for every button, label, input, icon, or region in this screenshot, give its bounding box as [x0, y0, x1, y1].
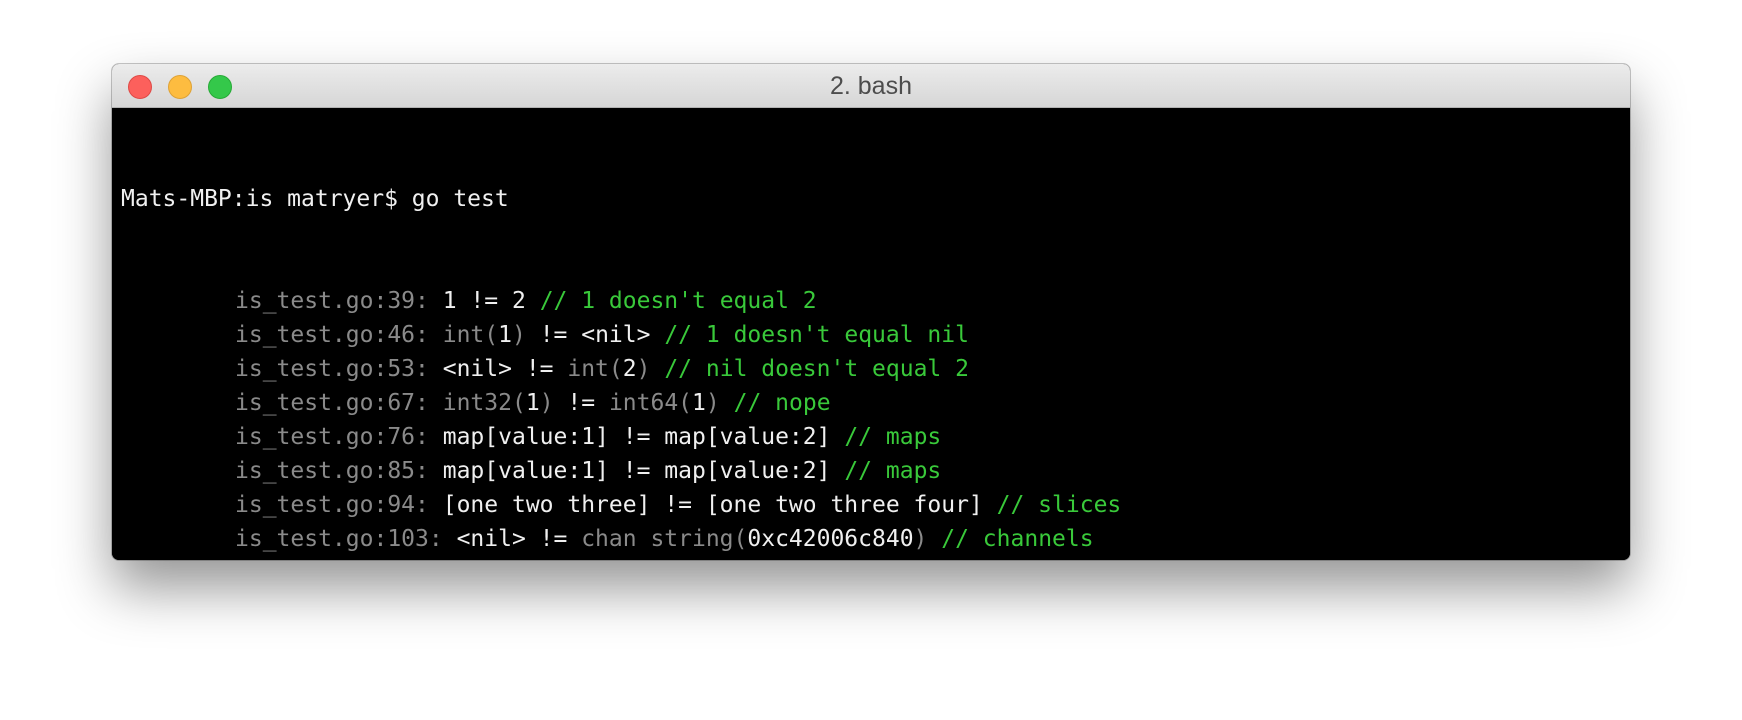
terminal-output[interactable]: Mats-MBP:is matryer$ go test is_test.go:…: [112, 108, 1630, 560]
type-token: ): [511, 322, 526, 348]
value-token: 2: [622, 356, 637, 382]
value-token: 1: [498, 322, 512, 348]
file-location: is_test.go:76:: [235, 424, 429, 450]
output-line: is_test.go:94: [one two three] != [one t…: [121, 488, 1630, 522]
comment: // 1 doesn't equal 2: [539, 288, 817, 314]
value-token: 1: [525, 390, 540, 416]
comment: // nil doesn't equal 2: [664, 356, 969, 382]
type-token: ): [705, 390, 720, 416]
prompt-line: Mats-MBP:is matryer$ go test: [121, 182, 1630, 216]
output-line: is_test.go:67: int32(1) != int64(1) // n…: [121, 386, 1630, 420]
comment: // channels: [941, 526, 1094, 552]
value-token: 1: [692, 390, 706, 416]
output-line: is_test.go:85: map[value:1] != map[value…: [121, 454, 1630, 488]
type-token: int(: [442, 322, 499, 348]
value-token: map[value:1] != map[value:2]: [442, 458, 831, 484]
value-token: !=: [553, 390, 609, 416]
file-location: is_test.go:67:: [235, 390, 429, 416]
comment: // maps: [844, 458, 942, 484]
value-token: 0xc42006c840: [747, 526, 914, 552]
output-line: is_test.go:53: <nil> != int(2) // nil do…: [121, 352, 1630, 386]
value-token: 1 != 2: [442, 288, 526, 314]
comment: // slices: [996, 492, 1122, 518]
output-line: is_test.go:112: <nil> != []string([one t…: [121, 556, 1630, 560]
type-token: chan string(: [581, 526, 748, 552]
shell-command: go test: [411, 186, 509, 212]
type-token: ): [913, 526, 928, 552]
output-line: is_test.go:76: map[value:1] != map[value…: [121, 420, 1630, 454]
output-line: is_test.go:46: int(1) != <nil> // 1 does…: [121, 318, 1630, 352]
value-token: != <nil>: [525, 322, 651, 348]
type-token: int64(: [608, 390, 693, 416]
output-line: is_test.go:39: 1 != 2 // 1 doesn't equal…: [121, 284, 1630, 318]
file-location: is_test.go:103:: [235, 526, 443, 552]
value-token: <nil> !=: [456, 526, 582, 552]
comment: // 1 doesn't equal nil: [664, 322, 969, 348]
value-token: map[value:1] != map[value:2]: [442, 424, 831, 450]
value-token: [one two three] != [one two three four]: [442, 492, 983, 518]
file-location: is_test.go:85:: [235, 458, 429, 484]
shell-prompt: Mats-MBP:is matryer$: [121, 186, 412, 212]
output-line: is_test.go:103: <nil> != chan string(0xc…: [121, 522, 1630, 556]
file-location: is_test.go:94:: [235, 492, 429, 518]
file-location: is_test.go:39:: [235, 288, 429, 314]
title-bar[interactable]: 2. bash: [112, 64, 1630, 108]
file-location: is_test.go:46:: [235, 322, 429, 348]
comment: // nope: [733, 390, 831, 416]
comment: // maps: [844, 424, 942, 450]
type-token: ): [636, 356, 651, 382]
window-title: 2. bash: [829, 72, 912, 100]
type-token: int(: [567, 356, 623, 382]
type-token: ): [539, 390, 554, 416]
type-token: int32(: [442, 390, 526, 416]
terminal-window: 2. bash Mats-MBP:is matryer$ go test is_…: [112, 64, 1630, 560]
value-token: <nil> !=: [442, 356, 568, 382]
file-location: is_test.go:53:: [235, 356, 429, 382]
